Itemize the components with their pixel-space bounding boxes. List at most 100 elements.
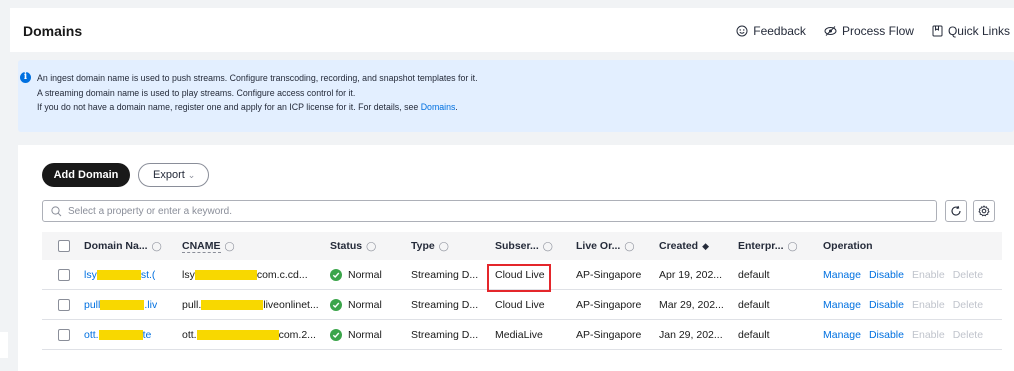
info-text: An ingest domain name is used to push st…	[37, 71, 478, 115]
subservice-cell: Cloud Live	[495, 268, 545, 281]
domain-name-cell[interactable]: ott. te	[84, 320, 151, 349]
page-header: Domains Feedback Process Flow Quick Link…	[10, 8, 1014, 52]
left-edge-marker	[0, 332, 8, 358]
region-cell: AP-Singapore	[576, 298, 642, 311]
enable-link: Enable	[911, 328, 945, 341]
subservice-cell: MediaLive	[495, 328, 543, 341]
row-checkbox[interactable]	[58, 298, 70, 311]
delete-link: Delete	[952, 298, 984, 311]
manage-link[interactable]: Manage	[823, 269, 861, 281]
col-domain-name-label: Domain Na...	[84, 240, 148, 252]
delete-link: Delete	[952, 328, 984, 341]
filter-icon[interactable]: ◯	[152, 241, 162, 252]
row-checkbox[interactable]	[58, 268, 70, 281]
filter-icon[interactable]: ◯	[624, 241, 634, 252]
gear-icon	[978, 205, 990, 217]
enterprise-cell: default	[738, 328, 770, 341]
enterprise-cell: default	[738, 268, 770, 281]
domain-name-prefix[interactable]: pull	[84, 299, 100, 311]
domain-name-suffix[interactable]: te	[143, 329, 152, 341]
select-all-checkbox[interactable]	[58, 240, 70, 252]
table-row: pull .liv pull. liveonlinet... Normal Stre…	[42, 290, 1002, 320]
col-subservice-label: Subser...	[495, 240, 539, 252]
domain-name-suffix[interactable]: st.(	[141, 269, 156, 281]
type-cell: Streaming D...	[411, 298, 479, 311]
filter-icon[interactable]: ◯	[543, 241, 553, 252]
process-flow-link[interactable]: Process Flow	[824, 24, 914, 38]
col-live-origin[interactable]: Live Or... ◯	[576, 232, 634, 260]
col-created[interactable]: Created ◆	[659, 232, 709, 260]
sort-icon[interactable]: ◆	[702, 241, 709, 252]
col-enterprise[interactable]: Enterpr... ◯	[738, 232, 798, 260]
cname-prefix: pull.	[182, 298, 202, 311]
status-text: Normal	[348, 298, 382, 311]
export-button[interactable]: Export ⌄	[138, 163, 209, 187]
operation-cell: Manage Disable Enable Delete	[823, 260, 991, 289]
feedback-link[interactable]: Feedback	[736, 24, 806, 38]
manage-link[interactable]: Manage	[823, 329, 861, 341]
status-text: Normal	[348, 268, 382, 281]
table-row: ott. te ott. com.2... Normal Streaming D..…	[42, 320, 1002, 350]
col-cname[interactable]: CNAME ◯	[182, 232, 235, 260]
info-line-3-text: If you do not have a domain name, regist…	[37, 102, 421, 112]
cname-suffix: liveonlinet...	[263, 298, 319, 311]
search-input[interactable]	[68, 202, 936, 220]
quick-links-link[interactable]: Quick Links	[932, 24, 1010, 38]
feedback-label: Feedback	[753, 24, 806, 38]
refresh-button[interactable]	[945, 200, 967, 222]
info-line-1: An ingest domain name is used to push st…	[37, 73, 478, 83]
search-icon	[51, 205, 62, 216]
filter-icon[interactable]: ◯	[788, 241, 798, 252]
disable-link[interactable]: Disable	[869, 329, 904, 341]
filter-icon[interactable]: ◯	[225, 241, 235, 252]
operation-cell: Manage Disable Enable Delete	[823, 290, 991, 319]
header-links: Feedback Process Flow Quick Links	[736, 24, 1010, 38]
row-checkbox[interactable]	[58, 328, 70, 341]
disable-link[interactable]: Disable	[869, 269, 904, 281]
region-cell: AP-Singapore	[576, 268, 642, 281]
col-status[interactable]: Status ◯	[330, 232, 376, 260]
domains-doc-link[interactable]: Domains	[421, 102, 456, 112]
row-select-cell	[58, 290, 70, 319]
page-title: Domains	[23, 23, 83, 39]
redaction-mask	[100, 299, 145, 310]
status-cell: Normal	[330, 260, 382, 289]
smile-icon	[736, 25, 748, 37]
redaction-mask	[201, 299, 264, 310]
status-text: Normal	[348, 328, 382, 341]
col-domain-name[interactable]: Domain Na... ◯	[84, 232, 162, 260]
settings-button[interactable]	[973, 200, 995, 222]
add-domain-button[interactable]: Add Domain	[42, 163, 130, 187]
table-row: lsy st.( lsy com.c.cd... Normal Streaming …	[42, 260, 1002, 290]
type-cell: Streaming D...	[411, 268, 479, 281]
cname-cell: lsy com.c.cd...	[182, 260, 308, 289]
subservice-cell: Cloud Live	[495, 298, 545, 311]
row-select-cell	[58, 320, 70, 349]
col-type-label: Type	[411, 240, 435, 252]
status-cell: Normal	[330, 320, 382, 349]
domain-name-cell[interactable]: lsy st.(	[84, 260, 155, 289]
col-subservice[interactable]: Subser... ◯	[495, 232, 553, 260]
flow-icon	[824, 26, 837, 36]
domain-name-cell[interactable]: pull .liv	[84, 290, 157, 319]
domain-name-prefix[interactable]: ott.	[84, 329, 99, 341]
created-cell: Jan 29, 202...	[659, 328, 723, 341]
domain-name-suffix[interactable]: .liv	[144, 299, 157, 311]
disable-link[interactable]: Disable	[869, 299, 904, 311]
region-cell: AP-Singapore	[576, 328, 642, 341]
delete-link: Delete	[952, 268, 984, 281]
search-bar[interactable]	[42, 200, 937, 222]
col-type[interactable]: Type ◯	[411, 232, 449, 260]
domain-name-prefix[interactable]: lsy	[84, 269, 97, 281]
col-cname-label: CNAME	[182, 239, 221, 253]
manage-link[interactable]: Manage	[823, 299, 861, 311]
redaction-mask	[196, 329, 279, 340]
filter-icon[interactable]: ◯	[439, 241, 449, 252]
check-circle-icon	[330, 298, 342, 311]
operation-cell: Manage Disable Enable Delete	[823, 320, 991, 349]
table-header-row: Domain Na... ◯ CNAME ◯ Status ◯ Type ◯ Subse…	[42, 232, 1002, 260]
left-edge	[0, 0, 10, 371]
quick-links-label: Quick Links	[947, 24, 1010, 38]
filter-icon[interactable]: ◯	[366, 241, 376, 252]
created-cell: Apr 19, 202...	[659, 268, 723, 281]
